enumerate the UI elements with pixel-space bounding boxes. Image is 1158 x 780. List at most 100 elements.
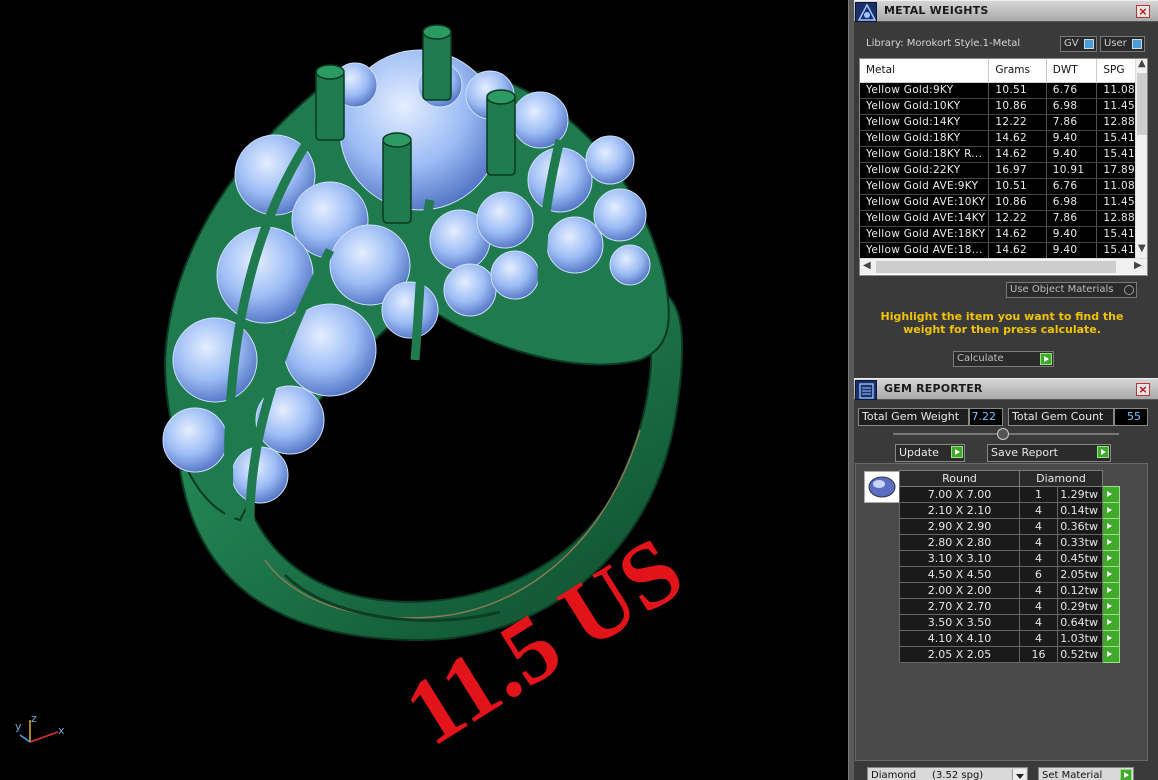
scroll-left-icon[interactable]: ◀ <box>863 260 871 271</box>
gem-reporter-slider-knob[interactable] <box>997 428 1009 440</box>
scroll-up-icon[interactable]: ▲ <box>1138 58 1146 69</box>
column-header-metal[interactable]: Metal <box>860 59 990 83</box>
gv-toggle-knob <box>1084 39 1094 49</box>
gem-size-cell: 4.50 X 4.50 <box>899 566 1020 583</box>
gem-table-row[interactable]: 3.50 X 3.50 4 0.64tw <box>899 614 1120 631</box>
metal-table-row[interactable]: Yellow Gold AVE:18KY 14.62 9.40 15.41 <box>860 226 1147 243</box>
calculate-button[interactable]: Calculate <box>953 351 1054 367</box>
metal-table-row[interactable]: Yellow Gold:18KY R... 14.62 9.40 15.41 <box>860 146 1147 163</box>
dwt-cell: 9.40 <box>1046 242 1098 259</box>
select-gem-arrow-icon[interactable] <box>1102 534 1120 551</box>
play-arrow-icon <box>951 446 963 458</box>
dwt-cell: 9.40 <box>1046 130 1098 147</box>
metal-name-cell: Yellow Gold AVE:18KY <box>860 226 990 243</box>
total-gem-count-value: 55 <box>1114 408 1148 426</box>
select-gem-arrow-icon[interactable] <box>1102 502 1120 519</box>
gem-weight-cell: 0.36tw <box>1057 518 1103 535</box>
gem-table-row[interactable]: 2.80 X 2.80 4 0.33tw <box>899 534 1120 551</box>
column-header-round: Round <box>899 470 1020 487</box>
total-gem-count-label: Total Gem Count <box>1008 408 1114 426</box>
gem-table-row[interactable]: 2.10 X 2.10 4 0.14tw <box>899 502 1120 519</box>
metal-table-vertical-scrollbar[interactable]: ▲ ▼ <box>1135 58 1147 258</box>
metal-weights-table-container[interactable]: Metal Grams DWT SPG Yellow Gold:9KY 10.51… <box>859 58 1148 276</box>
scroll-down-icon[interactable]: ▼ <box>1138 243 1146 254</box>
diamond-gem-icon[interactable] <box>864 471 900 503</box>
metal-table-horizontal-scrollbar[interactable]: ◀ ▶ <box>860 258 1147 274</box>
metal-weights-close-button[interactable]: × <box>1136 5 1150 18</box>
dwt-cell: 6.98 <box>1046 194 1098 211</box>
grams-cell: 10.51 <box>988 178 1047 195</box>
gem-count-cell: 1 <box>1019 486 1058 503</box>
axis-z-label: z <box>31 712 37 725</box>
gem-table-row[interactable]: 7.00 X 7.00 1 1.29tw <box>899 486 1120 503</box>
metal-table-row[interactable]: Yellow Gold:22KY 16.97 10.91 17.89 <box>860 162 1147 179</box>
column-header-dwt[interactable]: DWT <box>1046 59 1098 83</box>
select-gem-arrow-icon[interactable] <box>1102 646 1120 663</box>
gem-count-cell: 4 <box>1019 614 1058 631</box>
gem-table-row[interactable]: 3.10 X 3.10 4 0.45tw <box>899 550 1120 567</box>
horizontal-scroll-thumb[interactable] <box>876 261 1116 273</box>
user-toggle-label: User <box>1104 38 1127 49</box>
scroll-right-icon[interactable]: ▶ <box>1134 260 1142 271</box>
metal-name-cell: Yellow Gold:18KY R... <box>860 146 990 163</box>
gem-weight-cell: 1.03tw <box>1057 630 1103 647</box>
gem-count-cell: 4 <box>1019 630 1058 647</box>
use-object-materials-toggle[interactable]: Use Object Materials <box>1006 282 1137 298</box>
gem-table-row[interactable]: 2.00 X 2.00 4 0.12tw <box>899 582 1120 599</box>
gem-size-cell: 2.70 X 2.70 <box>899 598 1020 615</box>
gem-table-row[interactable]: 4.10 X 4.10 4 1.03tw <box>899 630 1120 647</box>
metal-name-cell: Yellow Gold:10KY <box>860 98 990 115</box>
gem-table-row[interactable]: 4.50 X 4.50 6 2.05tw <box>899 566 1120 583</box>
select-gem-arrow-icon[interactable] <box>1102 566 1120 583</box>
gem-table-row[interactable]: 2.05 X 2.05 16 0.52tw <box>899 646 1120 663</box>
metal-table-row[interactable]: Yellow Gold AVE:10KY 10.86 6.98 11.45 <box>860 194 1147 211</box>
gem-report-table: Round Diamond 7.00 X 7.00 1 1.29tw 2.10 X 2… <box>899 470 1120 663</box>
select-gem-arrow-icon[interactable] <box>1102 598 1120 615</box>
metal-table-row[interactable]: Yellow Gold AVE:18... 14.62 9.40 15.41 <box>860 242 1147 259</box>
select-gem-arrow-icon[interactable] <box>1102 630 1120 647</box>
gem-count-cell: 4 <box>1019 534 1058 551</box>
metal-name-cell: Yellow Gold:14KY <box>860 114 990 131</box>
gem-reporter-header: GEM REPORTER × <box>854 378 1158 400</box>
material-dropdown[interactable]: Diamond (3.52 spg) <box>867 767 1028 780</box>
gv-toggle[interactable]: GV <box>1060 36 1097 52</box>
grams-cell: 12.22 <box>988 210 1047 227</box>
metal-table-row[interactable]: Yellow Gold AVE:9KY 10.51 6.76 11.08 <box>860 178 1147 195</box>
dwt-cell: 6.76 <box>1046 82 1098 99</box>
gem-table-header-row: Round Diamond <box>899 470 1120 487</box>
gem-count-cell: 4 <box>1019 550 1058 567</box>
metal-name-cell: Yellow Gold AVE:9KY <box>860 178 990 195</box>
total-gem-weight-value: 7.22 <box>969 408 1003 426</box>
gem-weight-cell: 0.45tw <box>1057 550 1103 567</box>
update-button[interactable]: Update <box>895 444 965 462</box>
set-material-button[interactable]: Set Material <box>1038 767 1134 780</box>
select-gem-arrow-icon[interactable] <box>1102 518 1120 535</box>
radio-circle-icon <box>1124 285 1134 295</box>
gem-weight-cell: 0.29tw <box>1057 598 1103 615</box>
grams-cell: 10.86 <box>988 194 1047 211</box>
select-gem-arrow-icon[interactable] <box>1102 486 1120 503</box>
metal-table-row[interactable]: Yellow Gold:10KY 10.86 6.98 11.45 <box>860 98 1147 115</box>
select-gem-arrow-icon[interactable] <box>1102 614 1120 631</box>
3d-viewport[interactable]: 11.5 US x z y <box>0 0 848 780</box>
vertical-scroll-thumb[interactable] <box>1137 73 1147 135</box>
save-report-button[interactable]: Save Report <box>987 444 1111 462</box>
metal-weights-icon <box>855 2 877 22</box>
gem-count-cell: 4 <box>1019 582 1058 599</box>
gem-table-row[interactable]: 2.90 X 2.90 4 0.36tw <box>899 518 1120 535</box>
gem-reporter-close-button[interactable]: × <box>1136 383 1150 396</box>
gem-size-cell: 2.80 X 2.80 <box>899 534 1020 551</box>
metal-table-row[interactable]: Yellow Gold:9KY 10.51 6.76 11.08 <box>860 82 1147 99</box>
gem-table-row[interactable]: 2.70 X 2.70 4 0.29tw <box>899 598 1120 615</box>
select-gem-arrow-icon[interactable] <box>1102 582 1120 599</box>
gem-weight-cell: 2.05tw <box>1057 566 1103 583</box>
user-toggle[interactable]: User <box>1100 36 1145 52</box>
update-label: Update <box>899 446 939 459</box>
column-header-grams[interactable]: Grams <box>988 59 1047 83</box>
metal-table-row[interactable]: Yellow Gold:18KY 14.62 9.40 15.41 <box>860 130 1147 147</box>
gem-weight-cell: 0.12tw <box>1057 582 1103 599</box>
dwt-cell: 9.40 <box>1046 226 1098 243</box>
metal-table-row[interactable]: Yellow Gold AVE:14KY 12.22 7.86 12.88 <box>860 210 1147 227</box>
metal-table-row[interactable]: Yellow Gold:14KY 12.22 7.86 12.88 <box>860 114 1147 131</box>
select-gem-arrow-icon[interactable] <box>1102 550 1120 567</box>
